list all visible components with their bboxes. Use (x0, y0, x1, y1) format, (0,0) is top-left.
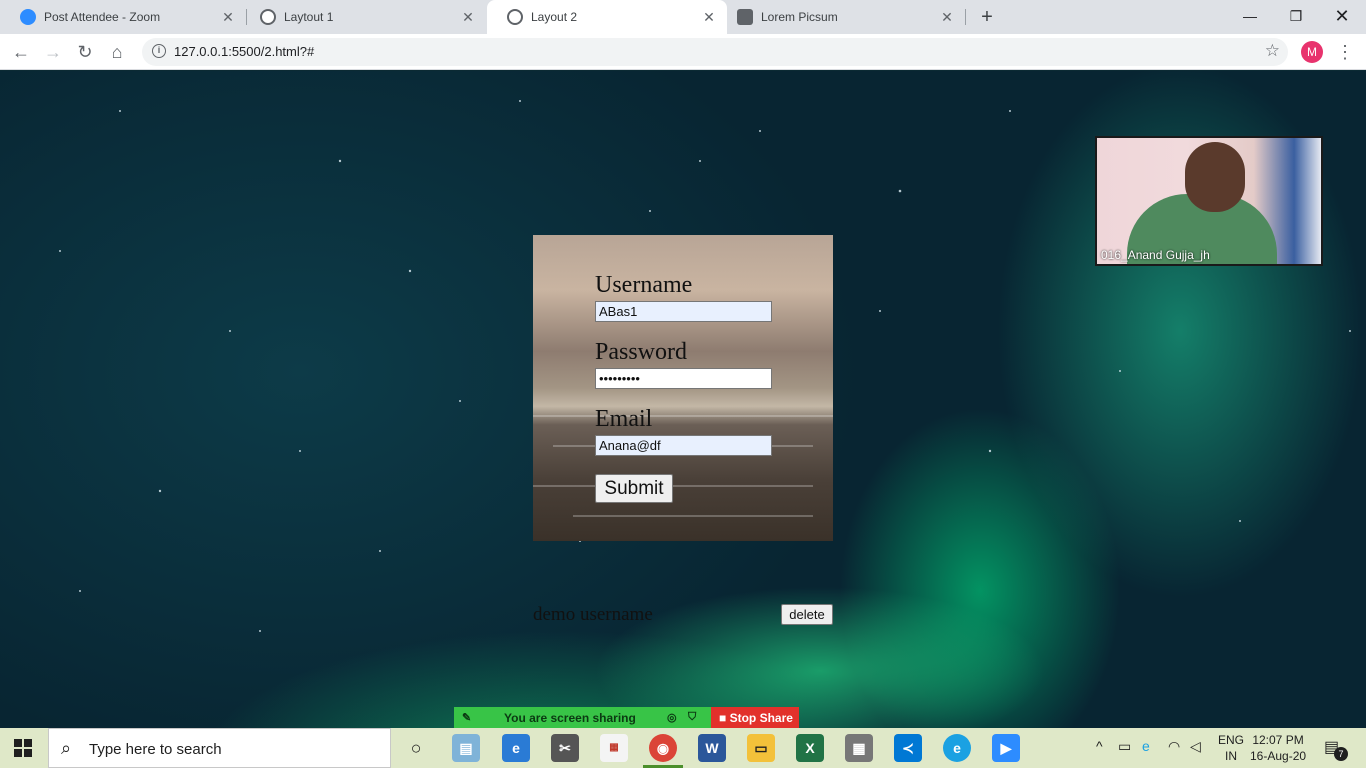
globe-icon (260, 9, 276, 25)
reload-icon[interactable]: ↻ (74, 41, 96, 63)
close-tab-icon[interactable]: ✕ (939, 9, 955, 25)
tab-layout-2[interactable]: Layout 2 ✕ (487, 0, 727, 34)
delete-button[interactable]: delete (781, 604, 833, 625)
sea-wave (533, 415, 833, 417)
username-input[interactable]: ABas1 (595, 301, 772, 322)
file-explorer-icon[interactable]: ▭ (747, 734, 775, 762)
tab-lorem-picsum[interactable]: Lorem Picsum ✕ (717, 0, 966, 34)
tab-label: Laytout 1 (284, 10, 334, 24)
tab-label: Lorem Picsum (761, 10, 838, 24)
record-icon[interactable]: ◎ (667, 711, 677, 724)
windows-taskbar: ⌕ Type here to search ○ ▤ e ✂ ▦ ◉ W ▭ X … (0, 728, 1366, 768)
sea-wave (573, 515, 813, 517)
lang-region: IN (1225, 749, 1237, 763)
menu-icon[interactable]: ⋮ (1336, 41, 1354, 63)
clock-time: 12:07 PM (1252, 733, 1304, 747)
bookmark-star-icon[interactable]: ☆ (1265, 41, 1280, 61)
search-icon: ⌕ (61, 738, 72, 758)
volume-icon[interactable]: ◁ (1190, 738, 1201, 768)
password-input[interactable]: ••••••••• (595, 368, 772, 389)
email-label: Email (595, 406, 653, 432)
stop-share-button[interactable]: ■ Stop Share (711, 707, 799, 728)
task-view-icon[interactable]: ▤ (452, 734, 480, 762)
windows-start-icon[interactable] (14, 739, 32, 757)
home-icon[interactable]: ⌂ (106, 41, 128, 63)
cortana-icon[interactable]: ○ (402, 734, 430, 762)
notification-center-icon[interactable]: ▤ 7 (1324, 737, 1348, 761)
restore-button[interactable]: ❐ (1284, 5, 1308, 27)
user-list-item-name: demo username (533, 604, 653, 625)
tab-label: Layout 2 (531, 10, 578, 24)
stop-icon: ■ (719, 711, 727, 725)
new-tab-button[interactable]: + (976, 6, 998, 28)
tab-label: Post Attendee - Zoom (44, 10, 161, 24)
edge-tray-icon[interactable]: e (1142, 738, 1150, 768)
stop-share-label: Stop Share (729, 711, 793, 725)
edge-icon[interactable]: e (943, 734, 971, 762)
screen-share-status[interactable]: ✎ You are screen sharing ◎ ⛉ (454, 707, 711, 728)
shield-icon[interactable]: ⛉ (688, 711, 696, 724)
sea-wave (533, 485, 813, 487)
system-clock[interactable]: 12:07 PM 16-Aug-20 (1250, 732, 1306, 764)
browser-tab-bar: Post Attendee - Zoom ✕ Laytout 1 ✕ Layou… (0, 0, 1366, 34)
internet-explorer-icon[interactable]: e (502, 734, 530, 762)
signup-card: Username ABas1 Password ••••••••• Email … (533, 235, 833, 541)
close-tab-icon[interactable]: ✕ (460, 9, 476, 25)
address-bar[interactable]: i 127.0.0.1:5500/2.html?# ☆ (142, 38, 1288, 66)
zoom-icon (20, 9, 36, 25)
excel-icon[interactable]: X (796, 734, 824, 762)
close-tab-icon[interactable]: ✕ (701, 9, 717, 25)
minimize-button[interactable]: — (1238, 5, 1262, 27)
word-icon[interactable]: W (698, 734, 726, 762)
close-window-button[interactable]: ✕ (1330, 5, 1354, 27)
submit-button[interactable]: Submit (595, 474, 673, 503)
password-label: Password (595, 339, 688, 365)
participant-head (1185, 142, 1245, 212)
tab-separator (965, 9, 966, 25)
chrome-icon[interactable]: ◉ (649, 734, 677, 762)
zoom-video-thumbnail[interactable]: 016_Anand Gujja_jh (1095, 136, 1323, 266)
email-input[interactable]: Anana@df (595, 435, 772, 456)
page-viewport: Username ABas1 Password ••••••••• Email … (0, 71, 1366, 728)
participant-name: 016_Anand Gujja_jh (1101, 248, 1210, 262)
vscode-icon[interactable]: ≺ (894, 734, 922, 762)
url-text[interactable]: 127.0.0.1:5500/2.html?# (174, 44, 314, 59)
battery-icon[interactable]: ▭ (1118, 738, 1131, 768)
calculator-icon[interactable]: ▦ (845, 734, 873, 762)
tray-chevron-icon[interactable]: ^ (1096, 738, 1103, 768)
tab-laytout-1[interactable]: Laytout 1 ✕ (240, 0, 486, 34)
snipping-tool-icon[interactable]: ✂ (551, 734, 579, 762)
screen-share-message: You are screen sharing (504, 711, 636, 725)
globe-icon (507, 9, 523, 25)
wifi-icon[interactable]: ◠ (1168, 738, 1180, 768)
username-label: Username (595, 272, 693, 298)
picsum-icon (737, 9, 753, 25)
site-info-icon[interactable]: i (152, 44, 166, 58)
input-language[interactable]: ENG IN (1218, 732, 1244, 764)
profile-avatar[interactable]: M (1301, 41, 1323, 63)
search-placeholder: Type here to search (89, 741, 222, 758)
lang-code: ENG (1218, 733, 1245, 747)
forward-icon[interactable]: → (42, 41, 64, 63)
calendar-app-icon[interactable]: ▦ (600, 734, 628, 762)
screen-share-bar: ✎ You are screen sharing ◎ ⛉ ■ Stop Shar… (454, 707, 799, 728)
back-icon[interactable]: ← (10, 41, 32, 63)
drag-handle-icon[interactable]: ✎ (462, 711, 471, 724)
notification-count: 7 (1334, 747, 1348, 761)
browser-toolbar: ← → ↻ ⌂ i 127.0.0.1:5500/2.html?# ☆ M ⋮ (0, 34, 1366, 70)
tab-post-attendee-zoom[interactable]: Post Attendee - Zoom ✕ (0, 0, 247, 34)
zoom-taskbar-icon[interactable]: ▶ (992, 734, 1020, 762)
taskbar-search-box[interactable]: ⌕ Type here to search (48, 728, 391, 768)
close-tab-icon[interactable]: ✕ (220, 9, 236, 25)
clock-date: 16-Aug-20 (1250, 749, 1307, 763)
